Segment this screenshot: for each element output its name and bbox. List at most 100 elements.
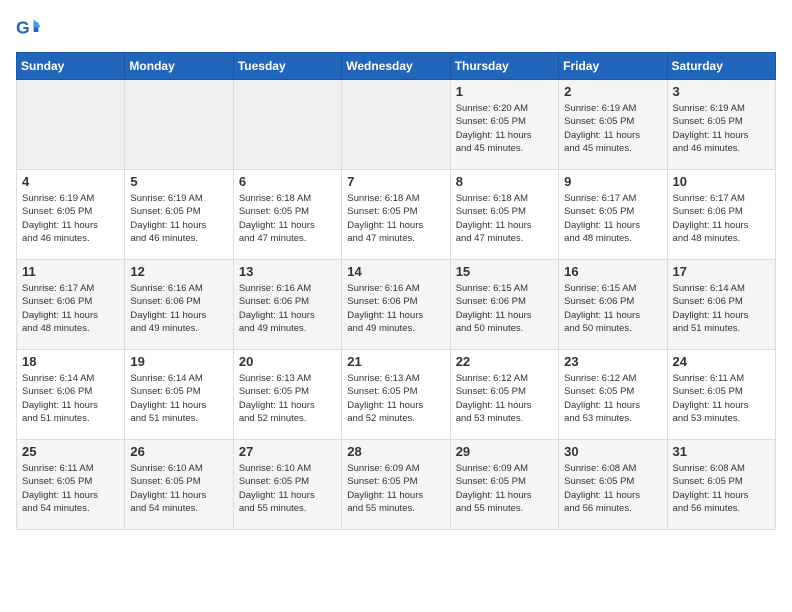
day-number: 20 <box>239 354 336 369</box>
calendar-cell: 3 Sunrise: 6:19 AM Sunset: 6:05 PM Daylig… <box>667 80 775 170</box>
calendar-cell: 17Sunrise: 6:14 AM Sunset: 6:06 PM Dayli… <box>667 260 775 350</box>
day-number: 9 <box>564 174 661 189</box>
day-number: 4 <box>22 174 119 189</box>
calendar-cell: 9 Sunrise: 6:17 AM Sunset: 6:05 PM Daylig… <box>559 170 667 260</box>
day-number: 10 <box>673 174 770 189</box>
calendar-cell: 28 Sunrise: 6:09 AM Sunset: 6:05 PM Dayli… <box>342 440 450 530</box>
day-info: Sunrise: 6:17 AM Sunset: 6:06 PM Dayligh… <box>673 192 770 245</box>
day-info: Sunrise: 6:14 AM Sunset: 6:06 PM Dayligh… <box>22 372 119 425</box>
day-info: Sunrise: 6:17 AM Sunset: 6:06 PM Dayligh… <box>22 282 119 335</box>
day-number: 30 <box>564 444 661 459</box>
page-header: G <box>16 16 776 40</box>
day-info: Sunrise: 6:14 AM Sunset: 6:05 PM Dayligh… <box>130 372 227 425</box>
calendar-cell: 5 Sunrise: 6:19 AM Sunset: 6:05 PM Daylig… <box>125 170 233 260</box>
day-info: Sunrise: 6:19 AM Sunset: 6:05 PM Dayligh… <box>130 192 227 245</box>
day-number: 5 <box>130 174 227 189</box>
day-info: Sunrise: 6:16 AM Sunset: 6:06 PM Dayligh… <box>130 282 227 335</box>
calendar-cell: 12Sunrise: 6:16 AM Sunset: 6:06 PM Dayli… <box>125 260 233 350</box>
day-number: 27 <box>239 444 336 459</box>
weekday-header-row: SundayMondayTuesdayWednesdayThursdayFrid… <box>17 53 776 80</box>
weekday-header-sunday: Sunday <box>17 53 125 80</box>
calendar-cell: 22 Sunrise: 6:12 AM Sunset: 6:05 PM Dayli… <box>450 350 558 440</box>
calendar-table: SundayMondayTuesdayWednesdayThursdayFrid… <box>16 52 776 530</box>
calendar-cell <box>125 80 233 170</box>
calendar-cell: 21 Sunrise: 6:13 AM Sunset: 6:05 PM Dayli… <box>342 350 450 440</box>
weekday-header-thursday: Thursday <box>450 53 558 80</box>
day-number: 14 <box>347 264 444 279</box>
week-row-5: 25Sunrise: 6:11 AM Sunset: 6:05 PM Dayli… <box>17 440 776 530</box>
day-number: 1 <box>456 84 553 99</box>
weekday-header-tuesday: Tuesday <box>233 53 341 80</box>
day-info: Sunrise: 6:13 AM Sunset: 6:05 PM Dayligh… <box>347 372 444 425</box>
calendar-cell: 13Sunrise: 6:16 AM Sunset: 6:06 PM Dayli… <box>233 260 341 350</box>
day-number: 22 <box>456 354 553 369</box>
day-number: 17 <box>673 264 770 279</box>
day-number: 28 <box>347 444 444 459</box>
calendar-cell: 10 Sunrise: 6:17 AM Sunset: 6:06 PM Dayli… <box>667 170 775 260</box>
svg-text:G: G <box>16 18 30 38</box>
logo: G <box>16 16 44 40</box>
day-number: 16 <box>564 264 661 279</box>
day-number: 31 <box>673 444 770 459</box>
week-row-2: 4 Sunrise: 6:19 AM Sunset: 6:05 PM Daylig… <box>17 170 776 260</box>
day-info: Sunrise: 6:19 AM Sunset: 6:05 PM Dayligh… <box>22 192 119 245</box>
day-number: 26 <box>130 444 227 459</box>
logo-icon: G <box>16 16 40 40</box>
day-number: 6 <box>239 174 336 189</box>
calendar-cell: 23Sunrise: 6:12 AM Sunset: 6:05 PM Dayli… <box>559 350 667 440</box>
day-info: Sunrise: 6:17 AM Sunset: 6:05 PM Dayligh… <box>564 192 661 245</box>
day-info: Sunrise: 6:16 AM Sunset: 6:06 PM Dayligh… <box>347 282 444 335</box>
calendar-cell: 7 Sunrise: 6:18 AM Sunset: 6:05 PM Daylig… <box>342 170 450 260</box>
day-info: Sunrise: 6:13 AM Sunset: 6:05 PM Dayligh… <box>239 372 336 425</box>
day-number: 2 <box>564 84 661 99</box>
calendar-cell: 20 Sunrise: 6:13 AM Sunset: 6:05 PM Dayli… <box>233 350 341 440</box>
calendar-cell <box>342 80 450 170</box>
day-info: Sunrise: 6:10 AM Sunset: 6:05 PM Dayligh… <box>239 462 336 515</box>
calendar-cell: 26 Sunrise: 6:10 AM Sunset: 6:05 PM Dayli… <box>125 440 233 530</box>
week-row-4: 18 Sunrise: 6:14 AM Sunset: 6:06 PM Dayli… <box>17 350 776 440</box>
calendar-cell: 15 Sunrise: 6:15 AM Sunset: 6:06 PM Dayli… <box>450 260 558 350</box>
day-info: Sunrise: 6:19 AM Sunset: 6:05 PM Dayligh… <box>673 102 770 155</box>
calendar-cell: 27 Sunrise: 6:10 AM Sunset: 6:05 PM Dayli… <box>233 440 341 530</box>
calendar-cell: 19 Sunrise: 6:14 AM Sunset: 6:05 PM Dayli… <box>125 350 233 440</box>
weekday-header-monday: Monday <box>125 53 233 80</box>
day-number: 3 <box>673 84 770 99</box>
day-number: 8 <box>456 174 553 189</box>
day-number: 15 <box>456 264 553 279</box>
day-number: 19 <box>130 354 227 369</box>
weekday-header-saturday: Saturday <box>667 53 775 80</box>
day-info: Sunrise: 6:08 AM Sunset: 6:05 PM Dayligh… <box>564 462 661 515</box>
day-info: Sunrise: 6:19 AM Sunset: 6:05 PM Dayligh… <box>564 102 661 155</box>
day-info: Sunrise: 6:09 AM Sunset: 6:05 PM Dayligh… <box>347 462 444 515</box>
day-info: Sunrise: 6:11 AM Sunset: 6:05 PM Dayligh… <box>673 372 770 425</box>
calendar-cell: 11 Sunrise: 6:17 AM Sunset: 6:06 PM Dayli… <box>17 260 125 350</box>
week-row-3: 11 Sunrise: 6:17 AM Sunset: 6:06 PM Dayli… <box>17 260 776 350</box>
calendar-cell: 16 Sunrise: 6:15 AM Sunset: 6:06 PM Dayli… <box>559 260 667 350</box>
day-number: 25 <box>22 444 119 459</box>
calendar-cell: 31 Sunrise: 6:08 AM Sunset: 6:05 PM Dayli… <box>667 440 775 530</box>
day-number: 7 <box>347 174 444 189</box>
day-info: Sunrise: 6:10 AM Sunset: 6:05 PM Dayligh… <box>130 462 227 515</box>
day-number: 18 <box>22 354 119 369</box>
calendar-cell: 30 Sunrise: 6:08 AM Sunset: 6:05 PM Dayli… <box>559 440 667 530</box>
calendar-cell: 14 Sunrise: 6:16 AM Sunset: 6:06 PM Dayli… <box>342 260 450 350</box>
calendar-cell: 29Sunrise: 6:09 AM Sunset: 6:05 PM Dayli… <box>450 440 558 530</box>
day-number: 24 <box>673 354 770 369</box>
weekday-header-wednesday: Wednesday <box>342 53 450 80</box>
calendar-cell: 24 Sunrise: 6:11 AM Sunset: 6:05 PM Dayli… <box>667 350 775 440</box>
weekday-header-friday: Friday <box>559 53 667 80</box>
day-info: Sunrise: 6:18 AM Sunset: 6:05 PM Dayligh… <box>347 192 444 245</box>
day-number: 11 <box>22 264 119 279</box>
calendar-cell: 2 Sunrise: 6:19 AM Sunset: 6:05 PM Daylig… <box>559 80 667 170</box>
day-info: Sunrise: 6:16 AM Sunset: 6:06 PM Dayligh… <box>239 282 336 335</box>
calendar-cell: 6Sunrise: 6:18 AM Sunset: 6:05 PM Daylig… <box>233 170 341 260</box>
day-info: Sunrise: 6:18 AM Sunset: 6:05 PM Dayligh… <box>456 192 553 245</box>
day-info: Sunrise: 6:12 AM Sunset: 6:05 PM Dayligh… <box>456 372 553 425</box>
day-info: Sunrise: 6:15 AM Sunset: 6:06 PM Dayligh… <box>456 282 553 335</box>
day-number: 21 <box>347 354 444 369</box>
day-info: Sunrise: 6:09 AM Sunset: 6:05 PM Dayligh… <box>456 462 553 515</box>
calendar-cell <box>17 80 125 170</box>
day-info: Sunrise: 6:15 AM Sunset: 6:06 PM Dayligh… <box>564 282 661 335</box>
day-info: Sunrise: 6:08 AM Sunset: 6:05 PM Dayligh… <box>673 462 770 515</box>
day-info: Sunrise: 6:12 AM Sunset: 6:05 PM Dayligh… <box>564 372 661 425</box>
